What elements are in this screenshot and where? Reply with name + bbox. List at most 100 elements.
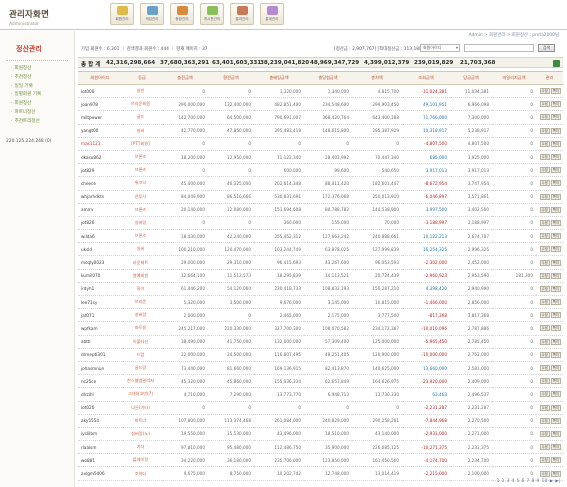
message-button[interactable]: 쪽지 [550,259,561,266]
edit-button[interactable]: 수정 [539,167,550,174]
nav-button-0[interactable]: 회원관리 [110,3,134,25]
edit-button[interactable]: 수정 [539,365,550,372]
message-button[interactable]: 쪽지 [550,233,561,240]
search-button[interactable]: 검색 [538,44,555,52]
nav-button-5[interactable]: 통계관리 [260,3,284,25]
column-header[interactable]: 당금금액 [450,71,492,85]
message-button[interactable]: 쪽지 [550,444,561,451]
edit-button[interactable]: 수정 [539,154,550,161]
edit-button[interactable]: 수정 [539,219,550,226]
edit-button[interactable]: 수정 [539,338,550,345]
edit-button[interactable]: 수정 [539,378,550,385]
edit-button[interactable]: 수정 [539,246,550,253]
edit-button[interactable]: 수정 [539,88,550,95]
member-id-link[interactable]: wilda6 [78,229,122,244]
member-id-link[interactable]: kumil070 [78,269,122,283]
member-id-link[interactable]: jot829 [78,163,122,178]
member-id-link[interactable]: rlaalsm [78,440,122,455]
edit-button[interactable]: 수정 [539,351,550,358]
member-id-link[interactable]: drmepti301 [78,348,122,362]
column-header[interactable]: 마일리지금액 [492,71,536,85]
message-button[interactable]: 쪽지 [550,365,561,372]
member-id-link[interactable]: wo881 [78,453,122,468]
message-button[interactable]: 쪽지 [550,351,561,358]
edit-button[interactable]: 수정 [539,272,550,279]
search-input[interactable] [464,44,534,52]
message-button[interactable]: 쪽지 [550,457,561,464]
nav-button-1[interactable]: 게임관리 [140,3,164,25]
message-button[interactable]: 쪽지 [550,246,561,253]
message-button[interactable]: 쪽지 [550,193,561,200]
message-button[interactable]: 쪽지 [550,219,561,226]
nav-button-3[interactable]: 게시판관리 [200,3,224,25]
message-button[interactable]: 쪽지 [550,101,561,108]
message-button[interactable]: 쪽지 [550,114,561,121]
search-field-select[interactable]: 회원아이디 ▾ [420,44,460,52]
message-button[interactable]: 쪽지 [550,88,561,95]
edit-button[interactable]: 수정 [539,127,550,134]
member-id-link[interactable]: jot826 [78,216,122,231]
member-id-link[interactable]: mcqly0023 [78,255,122,270]
nav-button-2[interactable]: 충환관리 [170,3,194,25]
member-id-link[interactable]: joan978 [78,97,122,112]
message-button[interactable]: 쪽지 [550,417,561,424]
member-id-link[interactable]: jat071 [78,308,122,323]
member-id-link[interactable]: irdyh1 [78,282,122,297]
column-header[interactable]: 총차액 [352,71,402,85]
member-id-link[interactable]: lee71sy [78,295,122,310]
message-button[interactable]: 쪽지 [550,167,561,174]
excel-download-icon[interactable] [553,60,560,67]
edit-button[interactable]: 수정 [539,259,550,266]
sidebar-item[interactable]: 회원정산 [11,100,74,106]
member-id-link[interactable]: iyslilbm [78,427,122,442]
nav-button-4[interactable]: 결과관리 [230,3,254,25]
member-id-link[interactable]: avlgm5406 [78,466,122,481]
message-button[interactable]: 쪽지 [550,299,561,306]
message-button[interactable]: 쪽지 [550,272,561,279]
edit-button[interactable]: 수정 [539,404,550,411]
brand-logo[interactable]: 관리자화면 Administrator [9,8,49,27]
member-id-link[interactable]: johasmnun [78,361,122,376]
edit-button[interactable]: 수정 [539,233,550,240]
member-id-link[interactable]: whjarhdkts [78,190,122,204]
edit-button[interactable]: 수정 [539,193,550,200]
message-button[interactable]: 쪽지 [550,140,561,147]
column-header[interactable]: 회원아이디 [78,71,122,85]
member-id-link[interactable]: uksld [78,242,122,257]
member-id-link[interactable]: dlrzihl [78,387,122,402]
member-id-link[interactable]: amrrv [78,203,122,217]
sidebar-item[interactable]: 파트너정산 [11,109,74,115]
edit-button[interactable]: 수정 [539,285,550,292]
sidebar-item[interactable]: 일별회원 기록 [11,91,74,97]
message-button[interactable]: 쪽지 [550,378,561,385]
edit-button[interactable]: 수정 [539,312,550,319]
column-header[interactable]: 환전금액 [208,71,254,85]
column-header[interactable]: 관리 [536,71,563,85]
member-id-link[interactable]: cheece [78,176,122,191]
edit-button[interactable]: 수정 [539,325,550,332]
message-button[interactable]: 쪽지 [550,325,561,332]
message-button[interactable]: 쪽지 [550,391,561,398]
message-button[interactable]: 쪽지 [550,154,561,161]
member-id-link[interactable]: lot020 [78,401,122,415]
member-id-link[interactable]: wpfkam [78,321,122,336]
edit-button[interactable]: 수정 [539,391,550,398]
edit-button[interactable]: 수정 [539,180,550,187]
edit-button[interactable]: 수정 [539,114,550,121]
edit-button[interactable]: 수정 [539,430,550,437]
edit-button[interactable]: 수정 [539,457,550,464]
edit-button[interactable]: 수정 [539,299,550,306]
message-button[interactable]: 쪽지 [550,285,561,292]
column-header[interactable]: 조회금액 [402,71,450,85]
member-id-link[interactable]: aky5554 [78,414,122,428]
member-id-link[interactable]: nc25ce [78,374,122,389]
member-id-link[interactable]: aatti [78,335,122,349]
member-id-link[interactable]: mas1123 [78,137,122,151]
sidebar-item[interactable]: 추천트리정산 [11,118,74,124]
pagination[interactable]: 1 2 3 4 5 6 7 8 9 10 ▶ ▶| [497,478,561,483]
message-button[interactable]: 쪽지 [550,430,561,437]
edit-button[interactable]: 수정 [539,206,550,213]
message-button[interactable]: 쪽지 [550,127,561,134]
sidebar-item[interactable]: 회원정산 [11,65,74,71]
edit-button[interactable]: 수정 [539,470,550,477]
